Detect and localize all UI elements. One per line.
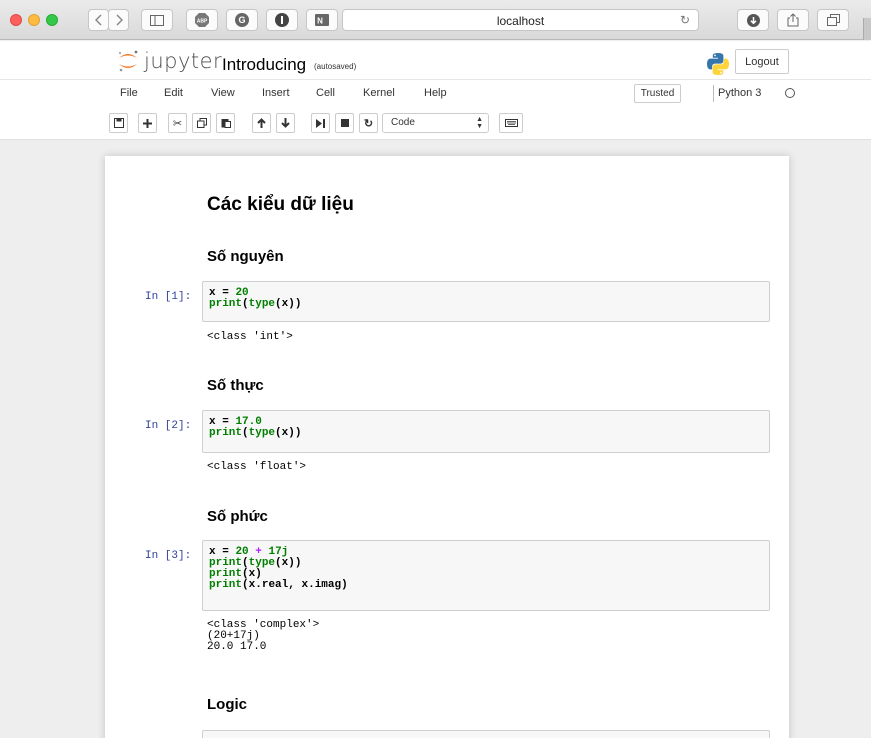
notebook-container: Các kiểu dữ liệu Số nguyên In [1]: x = 2… [105, 156, 789, 738]
adblock-extension-button[interactable]: ABP [186, 9, 218, 31]
address-bar[interactable]: localhost ↻ [342, 9, 699, 31]
kernel-name[interactable]: Python 3 [718, 87, 761, 99]
code-line: print(type(x)) [209, 298, 302, 310]
plus-icon [143, 118, 152, 128]
step-forward-icon [316, 118, 325, 128]
copy-cells-button[interactable] [192, 113, 211, 133]
kernel-divider [713, 85, 714, 102]
stop-icon [340, 119, 349, 127]
jupyter-logo[interactable]: jupyter [116, 49, 222, 73]
move-cell-down-button[interactable] [276, 113, 295, 133]
svg-text:G: G [238, 15, 245, 25]
menu-cell[interactable]: Cell [316, 87, 335, 99]
password-manager-icon [275, 13, 289, 27]
input-prompt: In [1]: [145, 291, 192, 303]
close-window-button[interactable] [10, 14, 22, 26]
move-cell-up-button[interactable] [252, 113, 271, 133]
jupyter-logo-icon [119, 50, 138, 72]
chevron-left-icon [94, 14, 102, 26]
cell-type-select[interactable]: Code ▲ ▼ [382, 113, 489, 133]
grammarly-icon: G [235, 13, 249, 27]
sidebar-button[interactable] [141, 9, 173, 31]
share-icon [787, 13, 799, 27]
section-heading-float[interactable]: Số thực [207, 377, 264, 394]
insert-cell-below-button[interactable] [138, 113, 157, 133]
menu-kernel[interactable]: Kernel [363, 87, 395, 99]
cell-output: <class 'int'> [207, 331, 293, 343]
forward-button[interactable] [108, 9, 129, 31]
logout-button[interactable]: Logout [735, 49, 789, 74]
tabs-overview-button[interactable] [817, 9, 849, 31]
keyboard-icon [504, 119, 518, 127]
python-logo-icon [706, 52, 730, 81]
jupyter-logo-text: jupyter [144, 49, 223, 73]
cut-cells-button[interactable]: ✂ [168, 113, 187, 133]
menu-edit[interactable]: Edit [164, 87, 183, 99]
menu-file[interactable]: File [120, 87, 138, 99]
tabs-icon [826, 14, 840, 26]
code-line: print(type(x)) [209, 427, 302, 439]
onenote-extension-button[interactable]: N [306, 9, 338, 31]
markdown-heading-1[interactable]: Các kiểu dữ liệu [207, 194, 354, 216]
select-arrows-icon: ▲ ▼ [476, 116, 483, 130]
interrupt-kernel-button[interactable] [335, 113, 354, 133]
cell-output: <class 'float'> [207, 461, 307, 473]
grammarly-extension-button[interactable]: G [226, 9, 258, 31]
share-button[interactable] [777, 9, 809, 31]
save-button[interactable] [109, 113, 128, 133]
code-cell-input[interactable]: x = 20 + 17j print(type(x)) print(x) print(… [202, 540, 770, 611]
menubar: File Edit View Insert Cell Kernel Help T… [0, 79, 871, 108]
restart-icon: ↻ [363, 117, 374, 130]
onenote-icon: N [315, 14, 329, 26]
scissors-icon: ✂ [172, 117, 183, 130]
arrow-down-icon [281, 118, 290, 128]
back-button[interactable] [88, 9, 109, 31]
copy-icon [196, 118, 207, 128]
zoom-window-button[interactable] [46, 14, 58, 26]
cell-output: <class 'complex'> (20+17j) 20.0 17.0 [207, 620, 319, 653]
svg-text:N: N [317, 17, 323, 26]
address-text: localhost [496, 14, 545, 28]
downloads-button[interactable] [737, 9, 769, 31]
menu-view[interactable]: View [211, 87, 235, 99]
section-heading-logic[interactable]: Logic [207, 696, 247, 713]
arrow-up-icon [257, 118, 266, 128]
section-heading-complex[interactable]: Số phức [207, 508, 268, 525]
notebook-toolbar: ✂ ↻ Code ▲ ▼ [0, 108, 871, 140]
autosave-status: (autosaved) [314, 62, 357, 71]
clipboard-icon [221, 119, 231, 128]
input-prompt: In [2]: [145, 420, 192, 432]
notebook-title[interactable]: Introducing [222, 55, 306, 75]
floppy-disk-icon [113, 118, 124, 128]
input-prompt: In [3]: [145, 550, 192, 562]
code-line: print(type(x)) [209, 557, 302, 569]
password-extension-button[interactable] [266, 9, 298, 31]
kernel-idle-indicator-icon [785, 88, 795, 98]
cell-type-value: Code [391, 117, 415, 128]
trusted-indicator[interactable]: Trusted [634, 84, 681, 103]
new-tab-button[interactable] [863, 18, 871, 40]
code-cell-input[interactable]: x = 17.0 print(type(x)) [202, 410, 770, 453]
run-cell-button[interactable] [311, 113, 330, 133]
menu-help[interactable]: Help [424, 87, 447, 99]
notebook-header: jupyter Introducing (autosaved) Logout [0, 41, 871, 79]
chevron-right-icon [115, 14, 123, 26]
code-line: print(x.real, x.imag) [209, 579, 348, 591]
section-heading-integer[interactable]: Số nguyên [207, 248, 284, 265]
code-cell-input[interactable]: x = 20 print(type(x)) [202, 281, 770, 322]
browser-toolbar: ABP G N localhost ↻ [0, 0, 871, 40]
paste-cells-button[interactable] [216, 113, 235, 133]
download-icon [746, 13, 760, 27]
restart-kernel-button[interactable]: ↻ [359, 113, 378, 133]
svg-text:ABP: ABP [197, 19, 208, 25]
output-line: 20.0 17.0 [207, 641, 267, 653]
sidebar-icon [150, 14, 164, 26]
minimize-window-button[interactable] [28, 14, 40, 26]
menu-insert[interactable]: Insert [262, 87, 290, 99]
abp-icon: ABP [195, 13, 209, 27]
code-cell-input[interactable] [202, 730, 770, 738]
reload-icon[interactable]: ↻ [680, 13, 690, 27]
command-palette-button[interactable] [499, 113, 523, 133]
